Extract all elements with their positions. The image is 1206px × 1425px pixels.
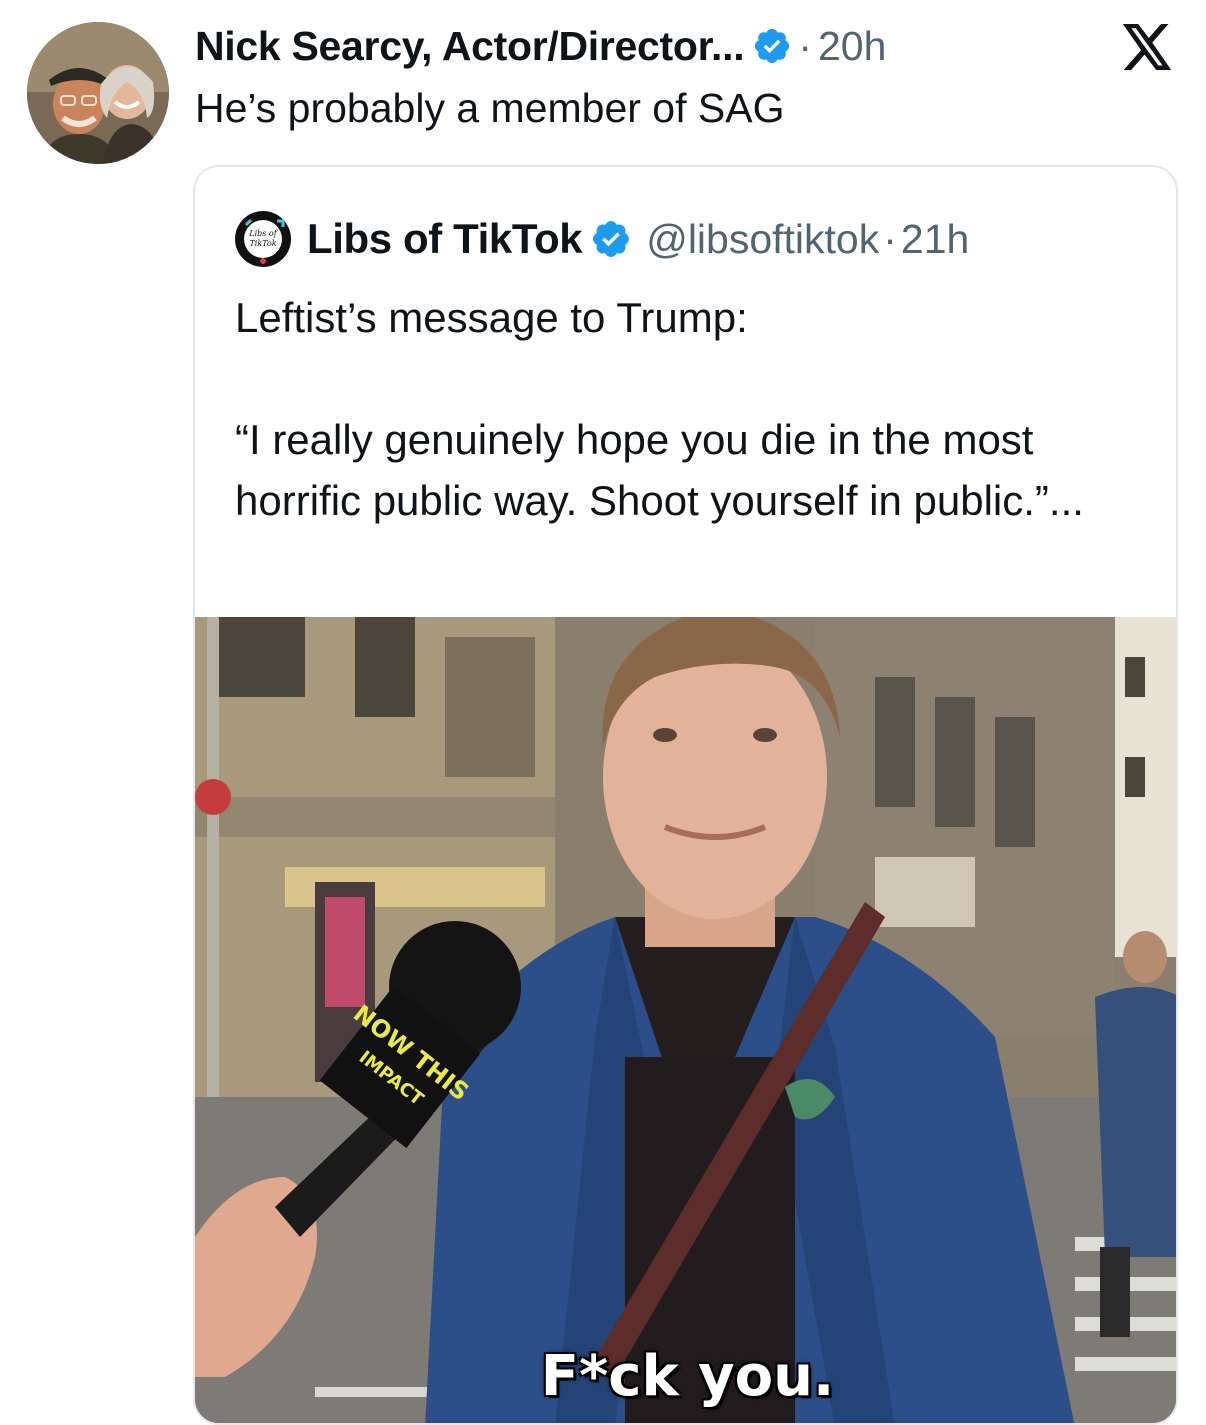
quoted-tweet-timestamp[interactable]: 21h [901, 216, 969, 263]
tweet-header: Nick Searcy, Actor/Director... · 20h [195, 18, 886, 74]
libs-of-tiktok-logo-icon: Libs of TikTok [238, 214, 288, 264]
video-caption: F*ck you. [540, 1344, 835, 1409]
author-avatar[interactable] [27, 22, 169, 164]
separator-dot: · [798, 22, 812, 69]
quoted-author-handle[interactable]: @libsoftiktok [646, 216, 879, 263]
verified-badge-icon [593, 221, 630, 257]
quoted-tweet-header: Libs of TikTok Libs of TikTok @libsoftik… [235, 211, 969, 267]
tweet-text: He’s probably a member of SAG [195, 85, 785, 131]
separator-dot: · [883, 215, 897, 262]
svg-text:TikTok: TikTok [249, 239, 276, 248]
tweet-timestamp[interactable]: 20h [818, 23, 886, 70]
quoted-tweet-card[interactable]: Libs of TikTok Libs of TikTok @libsoftik… [193, 165, 1178, 1425]
quoted-tweet-video-thumbnail[interactable]: NOW THIS IMPACT F*ck you. [195, 617, 1176, 1423]
verified-badge-icon [755, 28, 790, 64]
quoted-author-avatar[interactable]: Libs of TikTok [235, 211, 291, 267]
quoted-author-name[interactable]: Libs of TikTok [307, 215, 583, 263]
x-logo-icon [1122, 24, 1172, 70]
author-name[interactable]: Nick Searcy, Actor/Director... [195, 23, 745, 70]
quoted-tweet-text: Leftist’s message to Trump: “I really ge… [235, 294, 1084, 524]
svg-text:Libs of: Libs of [248, 229, 278, 238]
